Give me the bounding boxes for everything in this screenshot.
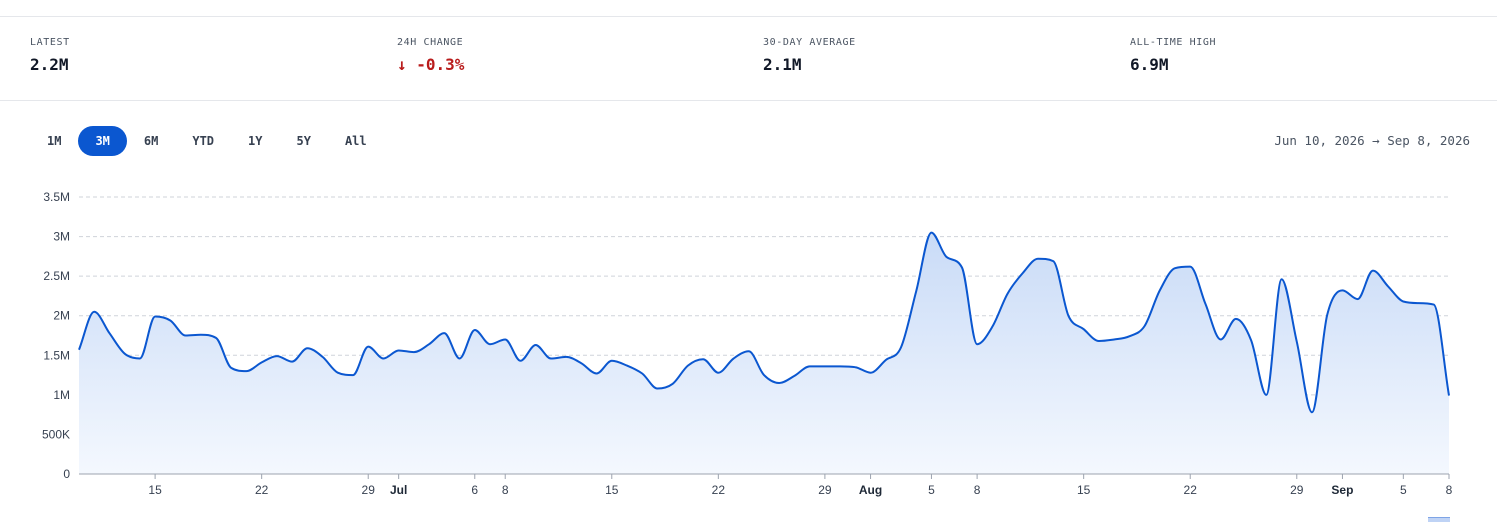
y-tick-label: 1M — [53, 388, 70, 402]
y-axis-ticks: 0 500K 1M 1.5M 2M 2.5M 3M 3.5M — [42, 190, 70, 481]
x-tick-label: 8 — [1446, 483, 1453, 497]
x-tick-label: 22 — [712, 483, 726, 497]
legend-swatch — [1428, 517, 1450, 522]
x-tick-label: 6 — [471, 483, 478, 497]
y-tick-label: 3.5M — [43, 190, 70, 204]
y-tick-label: 0 — [63, 467, 70, 481]
tab-5y[interactable]: 5Y — [280, 126, 328, 156]
tab-1m[interactable]: 1M — [30, 126, 78, 156]
area-chart: 0 500K 1M 1.5M 2M 2.5M 3M 3.5M 15 22 29 Jul 6 8 15 22 2… — [42, 190, 1453, 497]
stat-30-day-average: 30-DAY AVERAGE 2.1M — [763, 37, 856, 74]
range-selector: 1M 3M 6M YTD 1Y 5Y All — [30, 126, 384, 156]
y-tick-label: 3M — [53, 230, 70, 244]
x-tick-label: 29 — [362, 483, 376, 497]
stat-value: 2.1M — [763, 55, 802, 74]
y-tick-label: 1.5M — [43, 348, 70, 362]
y-tick-label: 500K — [42, 427, 70, 441]
series-area — [79, 232, 1449, 474]
x-tick-label: Jul — [390, 483, 407, 497]
x-tick-label: 8 — [502, 483, 509, 497]
stat-value-negative: ↓ -0.3% — [397, 55, 465, 74]
tab-3m[interactable]: 3M — [78, 126, 127, 156]
tab-1y[interactable]: 1Y — [231, 126, 279, 156]
x-tick-label: 5 — [1400, 483, 1407, 497]
stat-value: 6.9M — [1130, 55, 1169, 74]
tab-all[interactable]: All — [328, 126, 384, 156]
stat-label: 30-DAY AVERAGE — [763, 37, 856, 48]
x-tick-label: Sep — [1331, 483, 1353, 497]
y-tick-label: 2.5M — [43, 269, 70, 283]
x-tick-label: 15 — [605, 483, 619, 497]
x-tick-label: 8 — [974, 483, 981, 497]
x-tick-label: 15 — [1077, 483, 1091, 497]
stat-all-time-high: ALL-TIME HIGH 6.9M — [1130, 37, 1216, 74]
x-tick-label: 22 — [1184, 483, 1198, 497]
x-tick-label: Aug — [859, 483, 882, 497]
tab-ytd[interactable]: YTD — [175, 126, 231, 156]
stat-latest: LATEST 2.2M — [30, 37, 70, 74]
x-tick-label: 15 — [148, 483, 162, 497]
x-axis-ticks: 15 22 29 Jul 6 8 15 22 29 Aug 5 8 15 22 29 Sep 5 8 — [148, 474, 1453, 497]
stat-label: ALL-TIME HIGH — [1130, 37, 1217, 48]
stat-24h-change: 24H CHANGE ↓ -0.3% — [397, 37, 464, 74]
stat-value: 2.2M — [30, 55, 69, 74]
tab-6m[interactable]: 6M — [127, 126, 175, 156]
x-tick-label: 22 — [255, 483, 269, 497]
stat-label: LATEST — [30, 37, 70, 48]
y-tick-label: 2M — [53, 309, 70, 323]
x-tick-label: 29 — [818, 483, 832, 497]
x-tick-label: 29 — [1290, 483, 1304, 497]
stat-label: 24H CHANGE — [397, 37, 464, 48]
date-range-label: Jun 10, 2026 → Sep 8, 2026 — [1274, 133, 1470, 148]
x-tick-label: 5 — [928, 483, 935, 497]
stats-bar: LATEST 2.2M 24H CHANGE ↓ -0.3% 30-DAY AV… — [0, 17, 1497, 101]
